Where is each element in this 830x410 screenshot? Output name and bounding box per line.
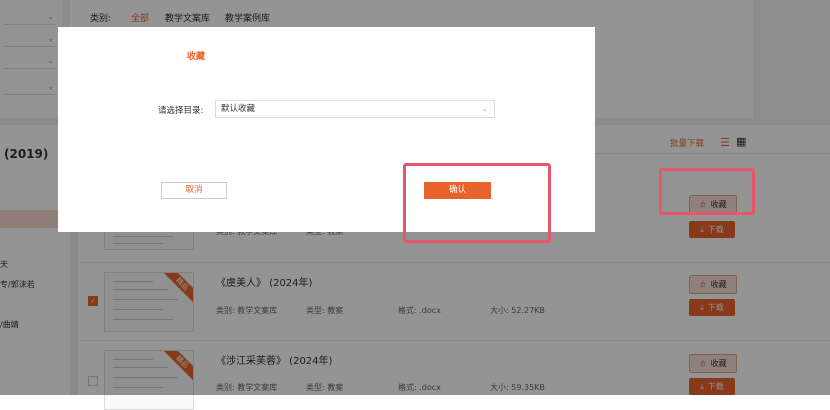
chevron-down-icon: ⌄ <box>481 104 488 113</box>
highlight-box-confirm <box>403 163 551 243</box>
directory-select-value: 默认收藏 <box>221 104 256 114</box>
cancel-button[interactable]: 取消 <box>161 182 227 199</box>
directory-label: 请选择目录: <box>158 106 204 116</box>
dialog-title: 收藏 <box>186 52 205 62</box>
directory-select[interactable]: 默认收藏 ⌄ <box>215 100 495 118</box>
highlight-box-favorite <box>659 168 755 215</box>
